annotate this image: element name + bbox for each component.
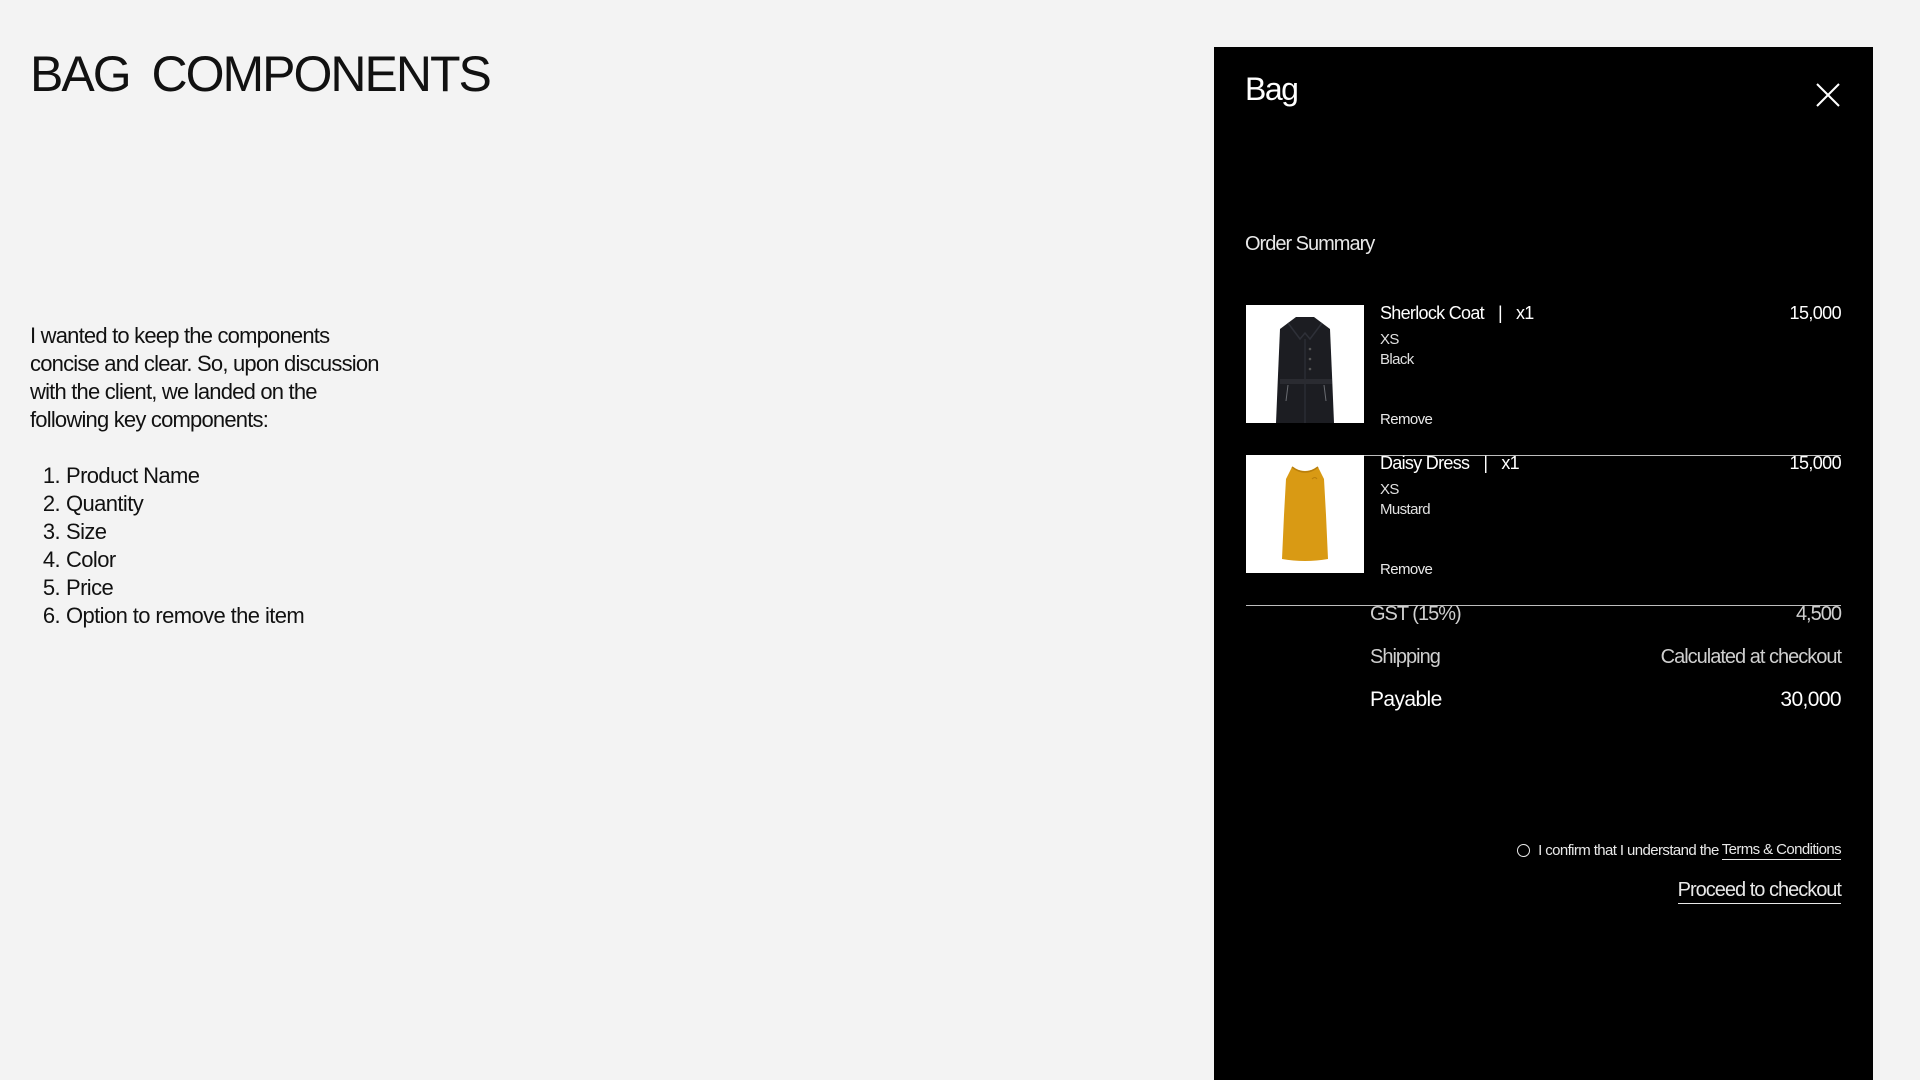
product-name: Daisy Dress | x1 xyxy=(1380,453,1520,474)
payable-label: Payable xyxy=(1370,688,1442,711)
list-label: Size xyxy=(66,519,107,544)
gst-label: GST (15%) xyxy=(1370,603,1462,625)
shipping-label: Shipping xyxy=(1370,646,1441,668)
list-number: 2. xyxy=(42,491,61,516)
gst-value: 4,500 xyxy=(1795,603,1842,625)
close-icon xyxy=(1816,83,1840,107)
payable-value: 30,000 xyxy=(1780,688,1841,711)
list-number: 3. xyxy=(42,519,61,544)
list-item: 5. Price xyxy=(30,574,304,602)
totals: GST (15%) 4,500 Shipping Calculated at c… xyxy=(1370,600,1842,729)
list-label: Price xyxy=(66,575,114,600)
product-image[interactable] xyxy=(1246,455,1364,573)
product-name-text: Sherlock Coat xyxy=(1380,303,1485,323)
product-quantity: x1 xyxy=(1501,453,1519,473)
list-item: 6. Option to remove the item xyxy=(30,602,305,630)
list-item: 2. Quantity xyxy=(30,490,304,518)
payable-row: Payable 30,000 xyxy=(1370,686,1842,729)
close-button[interactable] xyxy=(1814,81,1842,109)
list-item: 1. Product Name xyxy=(30,462,304,490)
separator: | xyxy=(1483,453,1488,473)
bag-item: Sherlock Coat | x1 XS Black 15,000 Remove xyxy=(1246,303,1842,456)
list-item: 4. Color xyxy=(30,546,304,574)
list-number: 5. xyxy=(42,575,61,600)
page-title: BAG COMPONENTS xyxy=(30,46,492,102)
list-number: 4. xyxy=(42,547,61,572)
list-number: 6. xyxy=(42,603,61,628)
product-color: Mustard xyxy=(1380,501,1431,518)
remove-button[interactable]: Remove xyxy=(1380,411,1433,428)
gst-row: GST (15%) 4,500 xyxy=(1370,600,1842,643)
product-name: Sherlock Coat | x1 xyxy=(1380,303,1534,324)
list-item: 3. Size xyxy=(30,518,304,546)
coat-image xyxy=(1246,305,1364,423)
list-number: 1. xyxy=(42,463,61,488)
list-label: Quantity xyxy=(66,491,144,516)
checkout-button[interactable]: Proceed to checkout xyxy=(1677,879,1842,904)
list-label: Option to remove the item xyxy=(66,603,305,628)
terms-confirmation: I confirm that I understand the Terms & … xyxy=(1517,841,1842,860)
terms-link[interactable]: Terms & Conditions xyxy=(1721,841,1842,860)
product-image[interactable] xyxy=(1246,305,1364,423)
product-size: XS xyxy=(1380,481,1399,498)
bag-item: Daisy Dress | x1 XS Mustard 15,000 Remove xyxy=(1246,453,1842,606)
list-label: Color xyxy=(66,547,116,572)
list-label: Product Name xyxy=(66,463,200,488)
product-quantity: x1 xyxy=(1515,303,1534,323)
product-color: Black xyxy=(1380,351,1414,368)
shipping-row: Shipping Calculated at checkout xyxy=(1370,643,1842,686)
components-list: 1. Product Name 2. Quantity 3. Size 4. Color… xyxy=(30,462,305,630)
order-summary-heading: Order Summary xyxy=(1245,233,1375,255)
remove-button[interactable]: Remove xyxy=(1380,561,1433,578)
product-price: 15,000 xyxy=(1789,453,1842,473)
confirm-text: I confirm that I understand the xyxy=(1538,842,1719,859)
product-price: 15,000 xyxy=(1789,303,1842,323)
dress-image xyxy=(1246,455,1364,573)
intro-text: I wanted to keep the components concise … xyxy=(30,323,380,432)
product-size: XS xyxy=(1380,331,1399,348)
product-name-text: Daisy Dress xyxy=(1380,453,1470,473)
shipping-value: Calculated at checkout xyxy=(1660,646,1842,668)
separator: | xyxy=(1497,303,1503,323)
terms-radio[interactable] xyxy=(1517,844,1531,857)
bag-panel: Bag Order Summary Sherlock Coat | x1 XS … xyxy=(1214,47,1873,1080)
bag-title: Bag xyxy=(1245,71,1299,107)
